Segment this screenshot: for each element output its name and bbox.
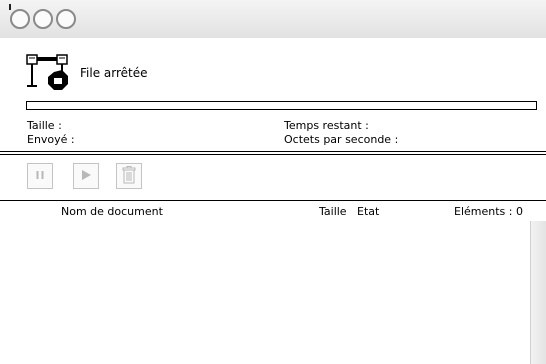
delete-button[interactable]: [116, 163, 142, 189]
list-scrollbar[interactable]: [530, 221, 546, 364]
size-label: Taille :: [27, 119, 62, 132]
pause-icon: [35, 170, 45, 183]
column-header-size[interactable]: Taille: [319, 205, 347, 218]
trash-icon: [122, 165, 136, 187]
list-divider: [0, 200, 546, 201]
queue-status-text: File arrêtée: [80, 66, 148, 80]
close-button[interactable]: [10, 9, 30, 29]
queue-progress-bar: [26, 101, 537, 110]
minimize-button[interactable]: [33, 9, 53, 29]
titlebar-corner-mark: [9, 4, 11, 10]
header-divider-top: [0, 151, 546, 152]
play-icon: [80, 169, 92, 184]
list-header: Nom de document Taille Etat Eléments : 0: [0, 202, 546, 220]
elements-count: Eléments : 0: [454, 205, 523, 218]
queue-header: [0, 38, 546, 154]
document-list[interactable]: [0, 221, 530, 364]
column-header-name[interactable]: Nom de document: [61, 205, 163, 218]
time-remaining-label: Temps restant :: [284, 119, 369, 132]
header-divider-bottom: [0, 154, 546, 155]
printer-queue-icon: [24, 52, 70, 94]
column-header-status[interactable]: Etat: [357, 205, 379, 218]
sent-label: Envoyé :: [27, 133, 75, 146]
zoom-button[interactable]: [56, 9, 76, 29]
resume-button[interactable]: [73, 163, 99, 189]
window-titlebar[interactable]: [0, 0, 546, 39]
pause-button[interactable]: [27, 163, 53, 189]
bytes-per-second-label: Octets par seconde :: [284, 133, 399, 146]
